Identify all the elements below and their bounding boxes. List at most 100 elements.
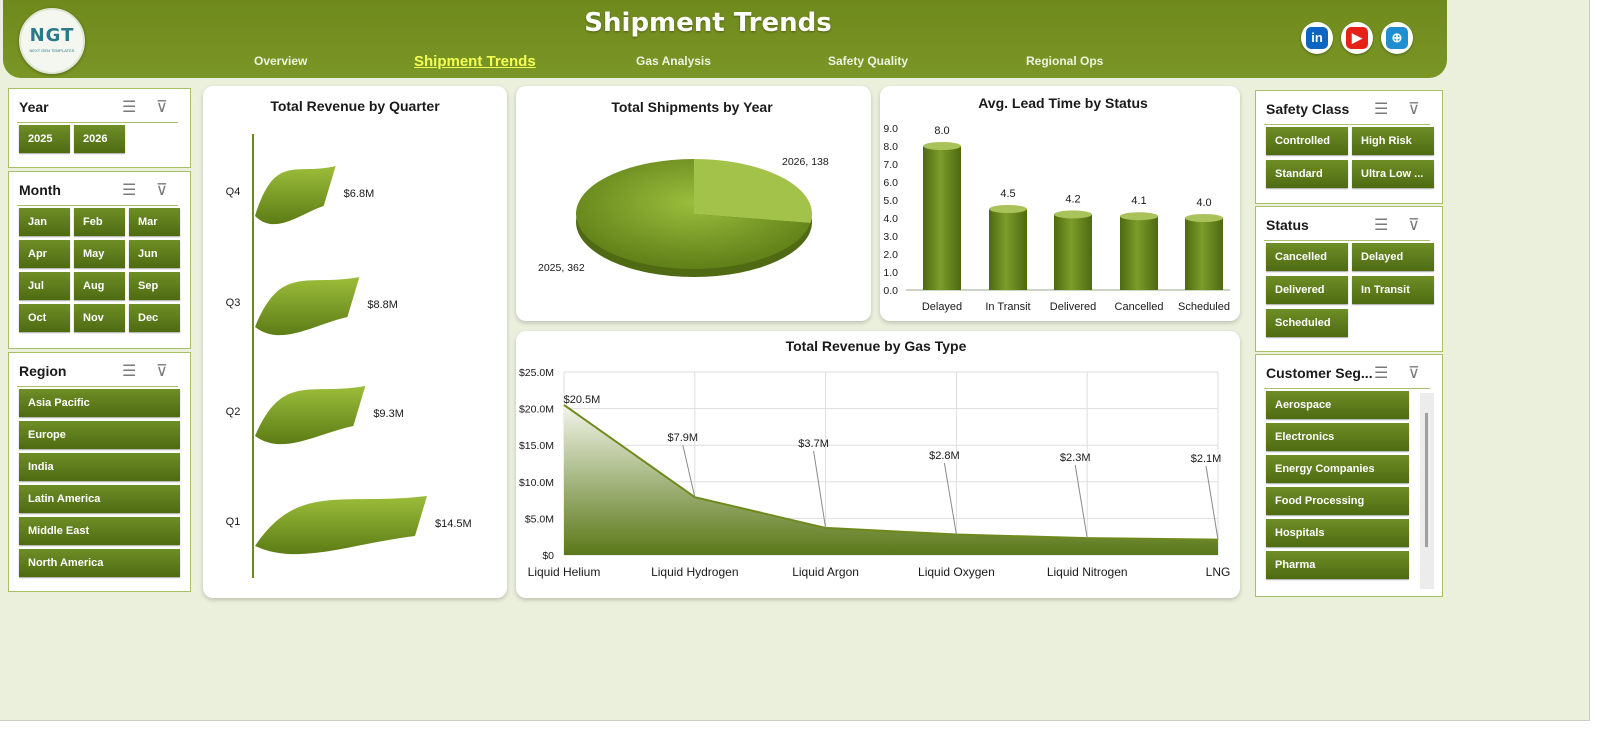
- slicer-item-europe[interactable]: Europe: [19, 421, 180, 449]
- slicer-item-energy-companies[interactable]: Energy Companies: [1266, 455, 1409, 483]
- y-tick-label: 6.0: [883, 177, 898, 189]
- slicer-item-ultra-low[interactable]: Ultra Low ...: [1352, 160, 1434, 188]
- multi-select-icon[interactable]: ☰: [122, 180, 136, 200]
- clear-filter-icon[interactable]: ⊽: [1408, 215, 1420, 235]
- bar-cancelled: [1120, 216, 1158, 290]
- slicer-item-jul[interactable]: Jul: [19, 272, 70, 300]
- slicer-item-dec[interactable]: Dec: [129, 304, 180, 332]
- slicer-item-mar[interactable]: Mar: [129, 208, 180, 236]
- slicer-item-aug[interactable]: Aug: [74, 272, 125, 300]
- tab-shipment-trends[interactable]: Shipment Trends: [414, 53, 536, 70]
- y-tick-label: 7.0: [883, 159, 898, 171]
- slicer-item-india[interactable]: India: [19, 453, 180, 481]
- clear-filter-icon[interactable]: ⊽: [156, 180, 168, 200]
- slicer-item-2026[interactable]: 2026: [74, 125, 125, 153]
- status-slicer: Status ☰ ⊽ Cancelled Delayed Delivered In Tran…: [1255, 206, 1443, 352]
- category-label-delayed: Delayed: [922, 301, 962, 313]
- tab-safety-quality[interactable]: Safety Quality: [828, 54, 908, 68]
- slicer-item-nov[interactable]: Nov: [74, 304, 125, 332]
- slicer-item-delivered[interactable]: Delivered: [1266, 276, 1348, 304]
- clear-filter-icon[interactable]: ⊽: [156, 97, 168, 117]
- category-label-cancelled: Cancelled: [1115, 301, 1164, 313]
- bar-scheduled: [1185, 218, 1223, 290]
- multi-select-icon[interactable]: ☰: [122, 97, 136, 117]
- slicer-item-delayed[interactable]: Delayed: [1352, 243, 1434, 271]
- clear-filter-icon[interactable]: ⊽: [1408, 363, 1420, 383]
- safety-class-slicer-title: Safety Class: [1266, 101, 1350, 117]
- category-label-liquid-oxygen: Liquid Oxygen: [918, 565, 995, 579]
- leader-line: [1074, 464, 1088, 539]
- slicer-item-latin-america[interactable]: Latin America: [19, 485, 180, 513]
- scrollbar-thumb[interactable]: [1425, 413, 1428, 547]
- multi-select-icon[interactable]: ☰: [1374, 215, 1388, 235]
- slicer-item-jun[interactable]: Jun: [129, 240, 180, 268]
- y-tick-label: $20.0M: [519, 404, 554, 416]
- slicer-item-electronics[interactable]: Electronics: [1266, 423, 1409, 451]
- data-label-liquid-nitrogen: $2.3M: [1060, 452, 1091, 464]
- slicer-item-2025[interactable]: 2025: [19, 125, 70, 153]
- category-label-lng: LNG: [1206, 565, 1231, 579]
- chart-title: Total Revenue by Gas Type: [786, 338, 967, 354]
- bar-cap: [1185, 214, 1223, 222]
- slicer-item-standard[interactable]: Standard: [1266, 160, 1348, 188]
- y-tick-label: 8.0: [883, 141, 898, 153]
- slicer-item-apr[interactable]: Apr: [19, 240, 70, 268]
- linkedin-button[interactable]: in: [1301, 22, 1333, 54]
- year-slicer: Year ☰ ⊽ 2025 2026: [8, 88, 191, 168]
- slicer-item-north-america[interactable]: North America: [19, 549, 180, 577]
- revenue-by-quarter-chart: Total Revenue by Quarter Q1 $14.5M Q2 $9.3M Q…: [226, 98, 472, 578]
- area-series: [564, 404, 1218, 555]
- youtube-button[interactable]: ▶: [1341, 22, 1373, 54]
- revenue-by-gas-chart: Total Revenue by Gas Type $0 $5.0M $10.0M $1…: [519, 338, 1231, 579]
- revenue-by-gas-card: Total Revenue by Gas Type $0 $5.0M $10.0M $1…: [516, 331, 1240, 598]
- y-tick-label: 4.0: [883, 213, 898, 225]
- slicer-item-food-processing[interactable]: Food Processing: [1266, 487, 1409, 515]
- lead-time-by-status-chart: Avg. Lead Time by Status 0.0 1.0 2.0 3.0 4.0 5…: [883, 95, 1230, 313]
- slicer-item-controlled[interactable]: Controlled: [1266, 127, 1348, 155]
- logo: NGT NEXT GEN TEMPLATES: [19, 8, 85, 74]
- slicer-item-high-risk[interactable]: High Risk: [1352, 127, 1434, 155]
- y-tick-label: 9.0: [883, 123, 898, 135]
- data-label-liquid-oxygen: $2.8M: [929, 450, 960, 462]
- multi-select-icon[interactable]: ☰: [1374, 363, 1388, 383]
- page-title: Shipment Trends: [584, 8, 832, 38]
- slicer-item-cancelled[interactable]: Cancelled: [1266, 243, 1348, 271]
- tab-overview[interactable]: Overview: [254, 54, 307, 68]
- slicer-divider: [1264, 124, 1430, 125]
- linkedin-icon: in: [1306, 27, 1328, 49]
- slicer-item-jan[interactable]: Jan: [19, 208, 70, 236]
- shipments-by-year-chart: Total Shipments by Year 2026, 138 2025, 36…: [538, 99, 829, 277]
- bar-delayed: [923, 146, 961, 290]
- category-label-scheduled: Scheduled: [1178, 301, 1230, 313]
- tab-gas-analysis[interactable]: Gas Analysis: [636, 54, 711, 68]
- data-label-2025: 2025, 362: [538, 262, 585, 274]
- y-tick-label: 0.0: [883, 285, 898, 297]
- slicer-item-aerospace[interactable]: Aerospace: [1266, 391, 1409, 419]
- slicer-item-asia-pacific[interactable]: Asia Pacific: [19, 389, 180, 417]
- clear-filter-icon[interactable]: ⊽: [156, 361, 168, 381]
- y-tick-label: $15.0M: [519, 440, 554, 452]
- data-label-q3: $8.8M: [367, 299, 398, 311]
- slicer-item-sep[interactable]: Sep: [129, 272, 180, 300]
- clear-filter-icon[interactable]: ⊽: [1408, 99, 1420, 119]
- slicer-item-pharma[interactable]: Pharma: [1266, 551, 1409, 579]
- slicer-item-middle-east[interactable]: Middle East: [19, 517, 180, 545]
- multi-select-icon[interactable]: ☰: [122, 361, 136, 381]
- scrollbar[interactable]: [1420, 393, 1434, 589]
- data-label-lng: $2.1M: [1191, 453, 1222, 465]
- region-slicer-title: Region: [19, 363, 67, 379]
- bar-q1: [255, 496, 427, 555]
- y-tick-label: $10.0M: [519, 477, 554, 489]
- slicer-item-in-transit[interactable]: In Transit: [1352, 276, 1434, 304]
- data-label-liquid-argon: $3.7M: [798, 438, 829, 450]
- slicer-item-may[interactable]: May: [74, 240, 125, 268]
- lead-time-by-status-card: Avg. Lead Time by Status 0.0 1.0 2.0 3.0 4.0 5…: [880, 86, 1240, 321]
- tab-regional-ops[interactable]: Regional Ops: [1026, 54, 1103, 68]
- month-slicer-title: Month: [19, 182, 61, 198]
- website-button[interactable]: ⊕: [1381, 22, 1413, 54]
- slicer-item-hospitals[interactable]: Hospitals: [1266, 519, 1409, 547]
- slicer-item-scheduled[interactable]: Scheduled: [1266, 309, 1348, 337]
- slicer-item-feb[interactable]: Feb: [74, 208, 125, 236]
- slicer-item-oct[interactable]: Oct: [19, 304, 70, 332]
- multi-select-icon[interactable]: ☰: [1374, 99, 1388, 119]
